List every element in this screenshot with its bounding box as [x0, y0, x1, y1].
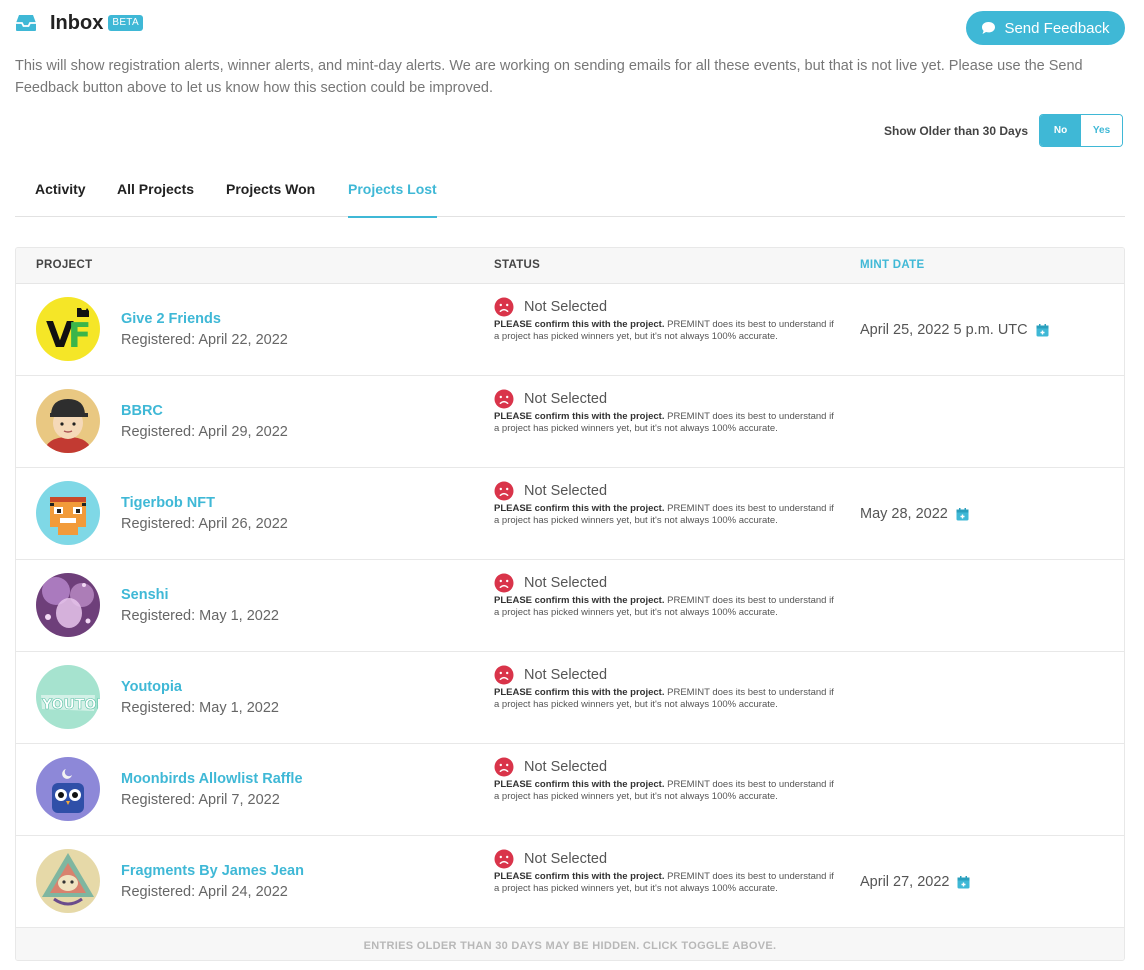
sad-face-icon: [494, 849, 514, 869]
project-name-link[interactable]: Fragments By James Jean: [121, 863, 304, 879]
status-cell: Not Selected PLEASE confirm this with th…: [494, 757, 834, 803]
status-text: Not Selected: [524, 391, 608, 407]
project-name-link[interactable]: Give 2 Friends: [121, 311, 221, 327]
older-toggle-label: Show Older than 30 Days: [884, 123, 1029, 138]
svg-text:YOUTOPIA: YOUTOPIA: [41, 697, 100, 713]
column-header-status: STATUS: [494, 259, 541, 271]
project-avatar[interactable]: [36, 481, 100, 545]
registered-date: Registered: May 1, 2022: [121, 700, 279, 716]
project-avatar[interactable]: [36, 757, 100, 821]
status-cell: Not Selected PLEASE confirm this with th…: [494, 573, 834, 619]
tab-activity[interactable]: Activity: [35, 181, 86, 216]
project-name-link[interactable]: Youtopia: [121, 679, 182, 695]
status-text: Not Selected: [524, 759, 608, 775]
calendar-icon[interactable]: [956, 507, 969, 521]
table-row: YOUTOPIA Youtopia Registered: May 1, 202…: [16, 652, 1124, 744]
status-note-bold: PLEASE confirm this with the project.: [494, 687, 665, 698]
status-cell: Not Selected PLEASE confirm this with th…: [494, 481, 834, 527]
project-avatar[interactable]: [36, 389, 100, 453]
status-cell: Not Selected PLEASE confirm this with th…: [494, 849, 834, 895]
send-feedback-label: Send Feedback: [1004, 19, 1110, 37]
status-note: PLEASE confirm this with the project. PR…: [494, 595, 834, 619]
sad-face-icon: [494, 757, 514, 777]
table-row: Moonbirds Allowlist Raffle Registered: A…: [16, 744, 1124, 836]
registered-date: Registered: April 7, 2022: [121, 792, 280, 808]
project-name-link[interactable]: BBRC: [121, 403, 163, 419]
mint-date-cell: April 25, 2022 5 p.m. UTC: [860, 322, 1049, 338]
tab-projects-won[interactable]: Projects Won: [226, 181, 315, 216]
sad-face-icon: [494, 573, 514, 593]
status-text: Not Selected: [524, 483, 608, 499]
sad-face-icon: [494, 297, 514, 317]
registered-date: Registered: April 22, 2022: [121, 332, 288, 348]
older-toggle-group: Show Older than 30 Days No Yes: [884, 114, 1124, 147]
status-note: PLEASE confirm this with the project. PR…: [494, 503, 834, 527]
registered-date: Registered: April 24, 2022: [121, 884, 288, 900]
status-note-bold: PLEASE confirm this with the project.: [494, 319, 665, 330]
status-note: PLEASE confirm this with the project. PR…: [494, 687, 834, 711]
page-title: Inbox: [50, 11, 104, 34]
project-avatar[interactable]: V F: [36, 297, 100, 361]
intro-text: This will show registration alerts, winn…: [15, 58, 1083, 96]
mint-date: April 27, 2022: [860, 874, 950, 890]
older-toggle: No Yes: [1039, 114, 1124, 147]
chat-bubble-icon: [981, 21, 996, 35]
status-note: PLEASE confirm this with the project. PR…: [494, 871, 834, 895]
project-avatar[interactable]: YOUTOPIA: [36, 665, 100, 729]
status-cell: Not Selected PLEASE confirm this with th…: [494, 665, 834, 711]
table-row: Tigerbob NFT Registered: April 26, 2022 …: [16, 468, 1124, 560]
column-header-project: PROJECT: [36, 259, 93, 271]
beta-badge: BETA: [108, 15, 143, 31]
project-avatar[interactable]: [36, 849, 100, 913]
mint-date-cell: May 28, 2022: [860, 506, 969, 522]
send-feedback-button[interactable]: Send Feedback: [966, 11, 1125, 45]
status-note-bold: PLEASE confirm this with the project.: [494, 871, 665, 882]
tab-all-projects[interactable]: All Projects: [117, 181, 194, 216]
project-name-link[interactable]: Moonbirds Allowlist Raffle: [121, 771, 303, 787]
status-note-bold: PLEASE confirm this with the project.: [494, 595, 665, 606]
status-cell: Not Selected PLEASE confirm this with th…: [494, 297, 834, 343]
registered-date: Registered: April 26, 2022: [121, 516, 288, 532]
project-avatar[interactable]: [36, 573, 100, 637]
sad-face-icon: [494, 481, 514, 501]
status-text: Not Selected: [524, 299, 608, 315]
status-note-bold: PLEASE confirm this with the project.: [494, 779, 665, 790]
status-note: PLEASE confirm this with the project. PR…: [494, 779, 834, 803]
registered-date: Registered: May 1, 2022: [121, 608, 279, 624]
svg-text:F: F: [68, 316, 91, 356]
table-row: Fragments By James Jean Registered: Apri…: [16, 836, 1124, 928]
table-footer-note: ENTRIES OLDER THAN 30 DAYS MAY BE HIDDEN…: [16, 928, 1124, 960]
mint-date: May 28, 2022: [860, 506, 948, 522]
tab-bar: Activity All Projects Projects Won Proje…: [15, 171, 1125, 218]
project-name-link[interactable]: Tigerbob NFT: [121, 495, 215, 511]
inbox-icon: [15, 11, 39, 35]
toggle-no-button[interactable]: No: [1040, 115, 1082, 146]
page-header: Inbox BETA: [15, 11, 143, 35]
calendar-icon[interactable]: [1036, 323, 1049, 337]
toggle-yes-button[interactable]: Yes: [1081, 115, 1123, 146]
status-cell: Not Selected PLEASE confirm this with th…: [494, 389, 834, 435]
mint-date: April 25, 2022 5 p.m. UTC: [860, 322, 1028, 338]
projects-table: PROJECT STATUS MINT DATE V F Give 2 Frie…: [15, 247, 1125, 961]
tab-projects-lost[interactable]: Projects Lost: [348, 181, 437, 218]
status-text: Not Selected: [524, 851, 608, 867]
table-row: V F Give 2 Friends Registered: April 22,…: [16, 284, 1124, 376]
status-text: Not Selected: [524, 575, 608, 591]
table-row: Senshi Registered: May 1, 2022 Not Selec…: [16, 560, 1124, 652]
status-note-bold: PLEASE confirm this with the project.: [494, 411, 665, 422]
sad-face-icon: [494, 665, 514, 685]
calendar-icon[interactable]: [957, 875, 970, 889]
table-row: BBRC Registered: April 29, 2022 Not Sele…: [16, 376, 1124, 468]
column-header-mint-date[interactable]: MINT DATE: [860, 259, 924, 271]
registered-date: Registered: April 29, 2022: [121, 424, 288, 440]
sad-face-icon: [494, 389, 514, 409]
status-text: Not Selected: [524, 667, 608, 683]
project-name-link[interactable]: Senshi: [121, 587, 169, 603]
status-note-bold: PLEASE confirm this with the project.: [494, 503, 665, 514]
mint-date-cell: April 27, 2022: [860, 874, 970, 890]
status-note: PLEASE confirm this with the project. PR…: [494, 411, 834, 435]
table-header: PROJECT STATUS MINT DATE: [16, 248, 1124, 284]
status-note: PLEASE confirm this with the project. PR…: [494, 319, 834, 343]
